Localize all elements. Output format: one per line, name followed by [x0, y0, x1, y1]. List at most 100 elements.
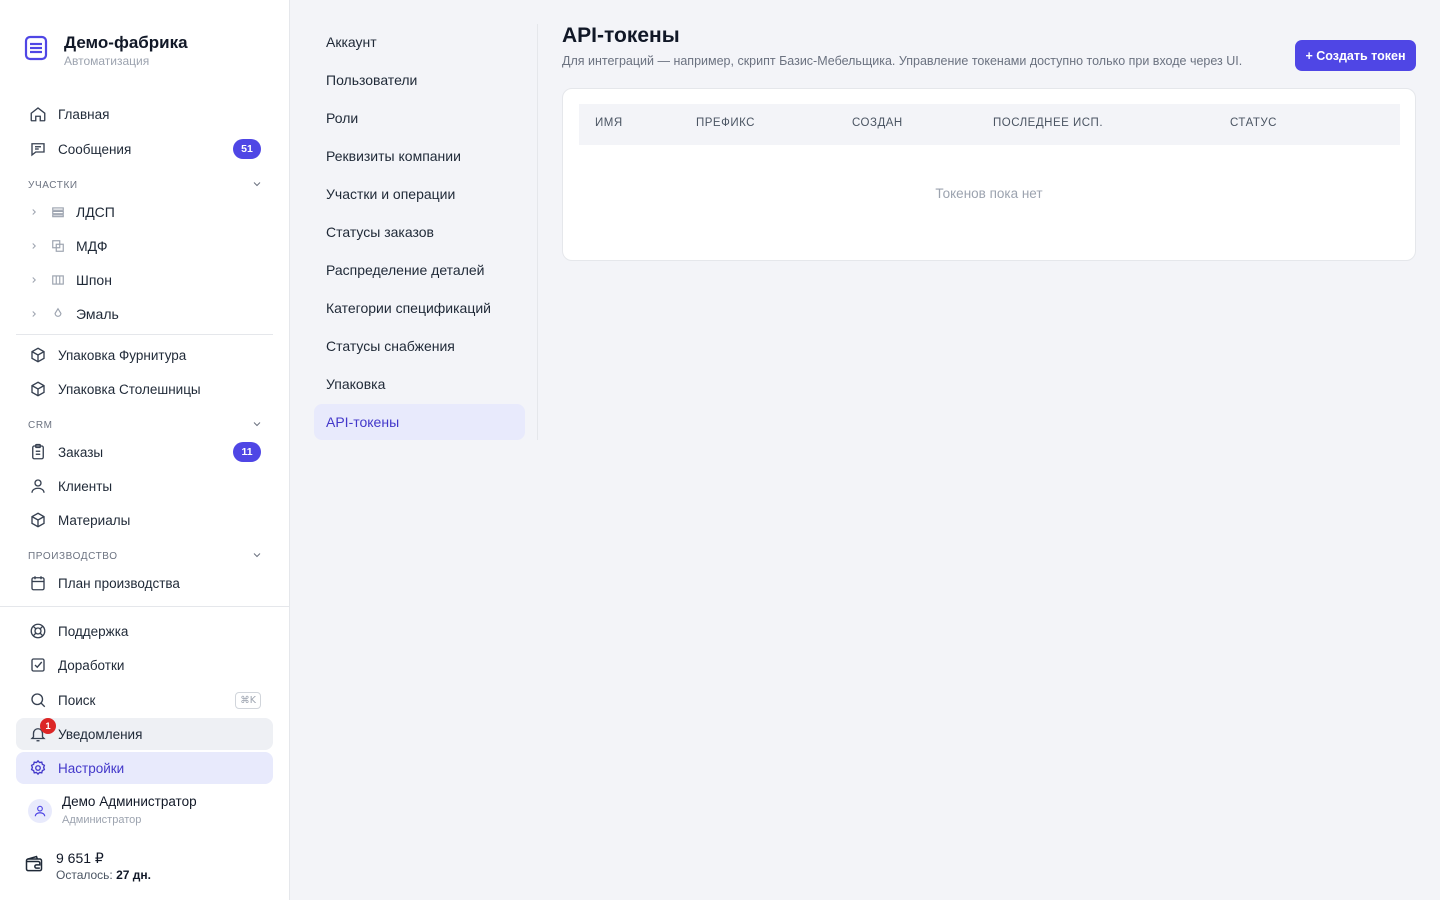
section-crm[interactable]: CRM — [28, 418, 263, 433]
settings-item-packaging[interactable]: Упаковка — [314, 366, 525, 402]
nav-messages-label: Сообщения — [58, 141, 132, 157]
sidebar-divider — [16, 334, 273, 335]
area-item-mdf[interactable]: МДФ — [28, 232, 273, 260]
user-icon — [28, 476, 48, 496]
user-role: Администратор — [62, 814, 142, 826]
nav-materials-label: Материалы — [58, 512, 131, 528]
balance-amount: 9 651 ₽ — [56, 850, 104, 866]
column-header-created[interactable]: Создан — [852, 117, 903, 129]
area-label: Шпон — [76, 272, 112, 288]
chevron-down-icon — [251, 178, 263, 193]
search-icon — [28, 690, 48, 710]
area-label: МДФ — [76, 238, 108, 254]
column-header-status[interactable]: Статус — [1230, 117, 1277, 129]
settings-item-roles[interactable]: Роли — [314, 100, 525, 136]
area-item-ldsp[interactable]: ЛДСП — [28, 198, 273, 226]
cube-icon — [28, 510, 48, 530]
table-header: Имя Префикс Создан Последнее исп. Статус — [579, 104, 1400, 145]
package-icon — [28, 345, 48, 365]
lifebuoy-icon — [28, 621, 48, 641]
nav-pack-hardware-label: Упаковка Фурнитура — [58, 347, 187, 363]
section-areas[interactable]: Участки — [28, 178, 263, 193]
factory-logo-icon — [24, 35, 48, 61]
empty-state-text: Токенов пока нет — [935, 186, 1043, 201]
page-description: Для интеграций — например, скрипт Базис-… — [562, 54, 1243, 68]
create-token-button[interactable]: + Создать токен — [1295, 40, 1416, 71]
brand-title: Демо-фабрика — [64, 33, 188, 52]
settings-item-users[interactable]: Пользователи — [314, 62, 525, 98]
settings-item-areas-operations[interactable]: Участки и операции — [314, 176, 525, 212]
droplet-icon — [50, 307, 66, 321]
balance-widget[interactable]: 9 651 ₽ Осталось: 27 дн. — [24, 850, 151, 882]
brand-subtitle: Автоматизация — [64, 54, 150, 68]
copy-icon — [50, 239, 66, 253]
nav-support[interactable]: Поддержка — [16, 615, 273, 647]
sidebar: Демо-фабрика Автоматизация Главная Сообщ… — [0, 0, 290, 900]
layers-icon — [50, 205, 66, 219]
section-areas-label: Участки — [28, 180, 78, 191]
chevron-down-icon — [251, 549, 263, 564]
nav-pack-tops-label: Упаковка Столешницы — [58, 381, 201, 397]
nav-improvements-label: Доработки — [58, 657, 125, 673]
chevron-down-icon — [251, 418, 263, 433]
wallet-icon — [24, 854, 46, 879]
search-shortcut-hint: ⌘K — [235, 691, 261, 709]
nav-production-plan[interactable]: План производства — [16, 567, 273, 599]
area-item-enamel[interactable]: Эмаль — [28, 300, 273, 328]
calendar-icon — [28, 573, 48, 593]
chevron-right-icon — [28, 241, 40, 251]
nav-materials[interactable]: Материалы — [16, 504, 273, 536]
section-production[interactable]: Производство — [28, 549, 263, 564]
area-label: Эмаль — [76, 306, 119, 322]
nav-messages[interactable]: Сообщения 51 — [16, 133, 273, 165]
area-label: ЛДСП — [76, 204, 115, 220]
orders-count-badge: 11 — [233, 442, 261, 462]
nav-pack-tops[interactable]: Упаковка Столешницы — [16, 373, 273, 405]
column-header-prefix[interactable]: Префикс — [696, 117, 755, 129]
settings-item-supply-statuses[interactable]: Статусы снабжения — [314, 328, 525, 364]
message-icon — [28, 139, 48, 159]
nav-notifications-label: Уведомления — [58, 726, 143, 742]
column-header-last-used[interactable]: Последнее исп. — [993, 117, 1103, 129]
nav-search[interactable]: Поиск ⌘K — [16, 684, 273, 716]
nav-clients[interactable]: Клиенты — [16, 470, 273, 502]
package-icon — [28, 379, 48, 399]
nav-clients-label: Клиенты — [58, 478, 113, 494]
checkbox-icon — [28, 655, 48, 675]
settings-item-company-details[interactable]: Реквизиты компании — [314, 138, 525, 174]
nav-settings[interactable]: Настройки — [16, 752, 273, 784]
nav-settings-label: Настройки — [58, 760, 125, 776]
settings-item-account[interactable]: Аккаунт — [314, 24, 525, 60]
settings-item-spec-categories[interactable]: Категории спецификаций — [314, 290, 525, 326]
brand[interactable]: Демо-фабрика Автоматизация — [24, 34, 188, 68]
section-crm-label: CRM — [28, 420, 53, 431]
column-header-name[interactable]: Имя — [595, 117, 623, 129]
gear-icon — [28, 758, 48, 778]
settings-menu: Аккаунт Пользователи Роли Реквизиты комп… — [314, 24, 538, 440]
settings-item-part-distribution[interactable]: Распределение деталей — [314, 252, 525, 288]
settings-item-api-tokens[interactable]: API-токены — [314, 404, 525, 440]
balance-days: 27 дн. — [116, 868, 151, 882]
nav-support-label: Поддержка — [58, 623, 129, 639]
area-item-veneer[interactable]: Шпон — [28, 266, 273, 294]
nav-improvements[interactable]: Доработки — [16, 649, 273, 681]
columns-icon — [50, 273, 66, 287]
settings-item-order-statuses[interactable]: Статусы заказов — [314, 214, 525, 250]
chevron-right-icon — [28, 309, 40, 319]
avatar — [28, 798, 52, 823]
messages-count-badge: 51 — [233, 139, 261, 159]
chevron-right-icon — [28, 275, 40, 285]
page-title: API-токены — [562, 24, 680, 47]
user-profile[interactable]: Демо Администратор Администратор — [28, 794, 197, 827]
nav-home-label: Главная — [58, 106, 110, 122]
tokens-table-card: Имя Префикс Создан Последнее исп. Статус… — [562, 88, 1416, 261]
nav-notifications[interactable]: 1 Уведомления — [16, 718, 273, 750]
nav-search-label: Поиск — [58, 692, 96, 708]
notifications-count-badge: 1 — [40, 718, 56, 734]
nav-pack-hardware[interactable]: Упаковка Фурнитура — [16, 339, 273, 371]
section-production-label: Производство — [28, 551, 118, 562]
nav-orders[interactable]: Заказы 11 — [16, 436, 273, 468]
nav-home[interactable]: Главная — [16, 98, 273, 130]
home-icon — [28, 104, 48, 124]
sidebar-footer-divider — [0, 606, 290, 607]
